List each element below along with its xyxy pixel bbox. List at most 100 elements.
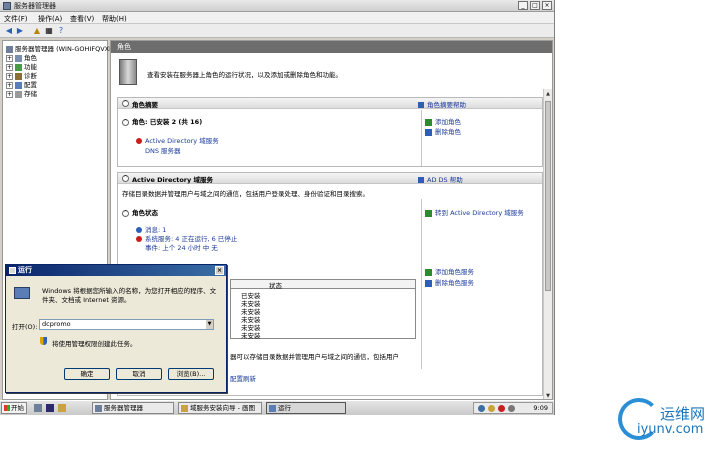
desktop-screen: 服务器管理器 _ □ × 文件(F) 操作(A) 查看(V) 帮助(H) ◀ ▶…: [0, 0, 555, 415]
task-paint[interactable]: 域服务安装向导 - 画图: [178, 402, 262, 414]
goto-icon: [425, 209, 432, 217]
back-arrow-icon[interactable]: ◀: [4, 26, 14, 36]
roles-summary-help-link[interactable]: 角色摘要帮助: [418, 99, 466, 109]
system-tray: 9:09: [473, 402, 553, 414]
run-dialog-title: 运行: [18, 266, 32, 274]
clock[interactable]: 9:09: [533, 404, 548, 412]
section-title: Active Directory 域服务: [132, 176, 213, 184]
windows-flag-icon: [4, 405, 10, 411]
run-close-button[interactable]: ×: [215, 266, 224, 275]
table-header: 状态: [231, 280, 415, 290]
watermark-cn: 运维网: [660, 405, 706, 423]
pane-intro: 查看安装在服务器上角色的运行状况，以及添加或删除角色和功能。: [147, 71, 342, 79]
collapse-icon[interactable]: ^: [122, 175, 129, 182]
error-icon: [136, 138, 142, 144]
uac-shield-icon: [40, 337, 47, 345]
roles-installed-heading: ^ 角色: 已安装 2 (共 16): [122, 118, 203, 126]
remove-role-services-icon: [425, 279, 432, 287]
divider: [421, 199, 422, 369]
menu-view[interactable]: 查看(V): [70, 14, 94, 24]
quicklaunch-powershell-icon[interactable]: [46, 404, 54, 412]
quicklaunch-server-manager-icon[interactable]: [34, 404, 42, 412]
help-tray-icon[interactable]: [488, 405, 495, 412]
remove-roles-icon: [425, 128, 432, 136]
scroll-up-icon[interactable]: ▲: [545, 90, 551, 98]
add-role-services-link[interactable]: 添加角色服务: [425, 266, 474, 276]
show-hide-tree-icon[interactable]: ▦: [44, 26, 54, 36]
open-input[interactable]: dcpromo: [39, 319, 214, 330]
help-book-icon: [418, 102, 424, 108]
network-icon[interactable]: [498, 405, 505, 412]
ok-button[interactable]: 确定: [64, 368, 110, 380]
admin-note: 将使用管理权限创建此任务。: [52, 340, 137, 348]
menu-bar: 文件(F) 操作(A) 查看(V) 帮助(H): [0, 12, 554, 24]
minimize-button[interactable]: _: [518, 1, 528, 10]
menu-help[interactable]: 帮助(H): [102, 14, 127, 24]
maximize-button[interactable]: □: [530, 1, 540, 10]
dropdown-arrow-icon[interactable]: ▼: [206, 320, 213, 329]
collapse-icon[interactable]: ^: [122, 209, 129, 217]
remove-role-services-link[interactable]: 删除角色服务: [425, 277, 474, 287]
help-icon[interactable]: ?: [56, 26, 66, 36]
window-title: 服务器管理器: [14, 2, 56, 10]
run-program-icon: [14, 287, 30, 299]
ad-ds-description-2: 器可以存储目录数据并管理用户与域之间的通信，包括用户: [230, 353, 399, 361]
close-button[interactable]: ×: [542, 1, 552, 10]
ad-ds-description: 存储目录数据并管理用户与域之间的通信，包括用户登录处理、身份验证和目录搜索。: [122, 190, 369, 198]
taskbar: 开始 服务器管理器 域服务安装向导 - 画图 运行 9:09: [0, 400, 554, 415]
run-icon: [269, 405, 276, 412]
error-icon: [136, 236, 142, 242]
add-roles-icon: [425, 118, 432, 126]
ad-ds-help-link[interactable]: AD DS 帮助: [418, 174, 463, 184]
roles-summary-section: ^ 角色摘要 角色摘要帮助 ^ 角色: 已安装 2 (共 16) Active D…: [117, 97, 543, 167]
run-dialog: 运行 × Windows 将根据您所输入的名称，为您打开相应的程序、文件夹、文档…: [5, 264, 227, 393]
role-link-ad-ds[interactable]: Active Directory 域服务: [136, 135, 219, 145]
volume-icon[interactable]: [508, 405, 515, 412]
goto-ad-ds-link[interactable]: 转到 Active Directory 域服务: [425, 207, 524, 217]
task-run[interactable]: 运行: [266, 402, 346, 414]
server-manager-titlebar[interactable]: 服务器管理器 _ □ ×: [0, 0, 554, 12]
section-title: 角色摘要: [132, 101, 158, 109]
ad-ds-header[interactable]: ^ Active Directory 域服务 AD DS 帮助: [118, 173, 542, 184]
role-link-dns[interactable]: DNS 服务器: [145, 145, 181, 155]
collapse-icon[interactable]: ^: [122, 100, 129, 107]
quicklaunch-explorer-icon[interactable]: [58, 404, 66, 412]
add-roles-link[interactable]: 添加角色: [425, 116, 461, 126]
roles-summary-header[interactable]: ^ 角色摘要 角色摘要帮助: [118, 98, 542, 109]
vertical-scrollbar[interactable]: ▲ ▼: [543, 89, 552, 399]
run-description: Windows 将根据您所输入的名称，为您打开相应的程序、文件夹、文档或 Int…: [42, 287, 217, 304]
forward-arrow-icon[interactable]: ▶: [15, 26, 25, 36]
language-icon[interactable]: [478, 405, 485, 412]
scroll-thumb[interactable]: [545, 101, 551, 291]
remove-roles-link[interactable]: 删除角色: [425, 126, 461, 136]
scroll-down-icon[interactable]: ▼: [545, 392, 551, 399]
table-row: 未安装: [241, 332, 261, 340]
tree-item-storage[interactable]: + 存储: [6, 88, 37, 98]
pane-title: 角色: [111, 41, 552, 53]
run-icon: [9, 267, 16, 274]
cancel-button[interactable]: 取消: [116, 368, 162, 380]
watermark-en: iyunv.com: [637, 422, 704, 437]
task-server-manager[interactable]: 服务器管理器: [92, 402, 174, 414]
server-tower-icon: [119, 59, 137, 85]
storage-icon: [15, 90, 22, 98]
refresh-link[interactable]: 配置刷新: [230, 373, 256, 383]
add-role-services-icon: [425, 268, 432, 276]
server-manager-icon: [3, 2, 11, 10]
start-button[interactable]: 开始: [1, 402, 27, 414]
open-label: 打开(O):: [12, 323, 38, 331]
browse-button[interactable]: 浏览(B)...: [168, 368, 214, 380]
server-manager-icon: [95, 405, 102, 412]
up-folder-icon[interactable]: ▲: [32, 26, 42, 36]
help-book-icon: [418, 177, 424, 183]
menu-action[interactable]: 操作(A): [38, 14, 62, 24]
expand-icon[interactable]: +: [6, 90, 13, 98]
role-status-heading: ^ 角色状态: [122, 209, 158, 217]
role-services-table[interactable]: 状态 已安装 未安装 未安装 未安装 未安装 未安装: [230, 279, 416, 340]
paint-icon: [181, 405, 188, 412]
column-status: 状态: [269, 282, 282, 290]
collapse-icon[interactable]: ^: [122, 118, 129, 126]
menu-file[interactable]: 文件(F): [4, 14, 28, 24]
run-dialog-titlebar[interactable]: 运行 ×: [6, 265, 226, 276]
events-link[interactable]: 事件: 上个 24 小时 中 无: [145, 242, 218, 252]
